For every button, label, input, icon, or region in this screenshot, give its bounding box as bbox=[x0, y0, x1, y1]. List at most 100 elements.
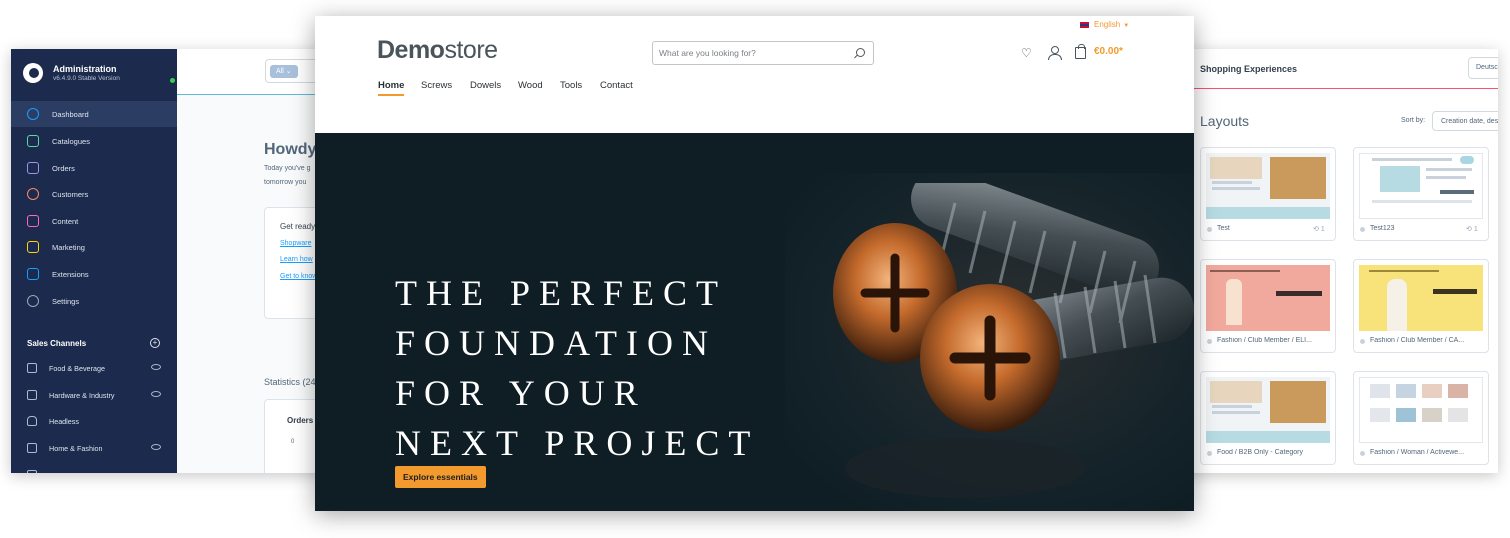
layouts-heading: Layouts bbox=[1200, 113, 1250, 129]
dashboard-icon bbox=[27, 108, 39, 120]
layout-thumbnail bbox=[1359, 377, 1483, 443]
nav-link-screws[interactable]: Screws bbox=[421, 80, 452, 91]
sort-select[interactable]: Creation date, descending bbox=[1432, 111, 1498, 131]
link-icon: ⟲ bbox=[1466, 226, 1472, 233]
store-search-bar bbox=[652, 41, 874, 65]
sales-channel-item[interactable]: Hardware & Industry bbox=[11, 382, 177, 408]
nav-label: Settings bbox=[52, 297, 80, 306]
orders-stats-title: Orders bbox=[287, 416, 314, 425]
get-ready-link[interactable]: Shopware bbox=[280, 240, 312, 247]
search-icon[interactable] bbox=[856, 48, 865, 57]
layout-name: Test bbox=[1217, 225, 1230, 232]
language-selector[interactable]: English ▼ bbox=[1080, 20, 1129, 29]
sales-channel-label: Headless bbox=[49, 417, 79, 426]
get-ready-link[interactable]: Get to know bbox=[280, 273, 317, 280]
layout-card[interactable]: Fashion / Woman / Activewe... bbox=[1353, 371, 1489, 465]
layout-card[interactable]: Food / B2B Only - Category bbox=[1200, 371, 1336, 465]
cms-header: Shopping Experiences Deutsch bbox=[1150, 49, 1498, 89]
admin-brand[interactable]: Administration v6.4.9.0 Stable Version bbox=[23, 61, 175, 85]
status-dot bbox=[1207, 227, 1212, 232]
sales-channel-item[interactable]: Home & Fashion bbox=[11, 435, 177, 461]
nav-label: Catalogues bbox=[52, 137, 90, 146]
eye-icon[interactable] bbox=[151, 391, 161, 397]
uk-flag-icon bbox=[1080, 21, 1089, 28]
storefront-icon bbox=[27, 390, 37, 400]
add-sales-channel-icon[interactable]: + bbox=[150, 338, 160, 348]
layout-name: Fashion / Club Member / CA... bbox=[1370, 337, 1465, 344]
storefront-window: English▼ Demostore ♡ €0.00* Home Screws … bbox=[315, 16, 1194, 511]
layout-thumbnail bbox=[1359, 265, 1483, 331]
language-switch[interactable]: Deutsch bbox=[1468, 57, 1498, 79]
get-ready-link[interactable]: Learn how bbox=[280, 256, 313, 263]
search-filter-pill[interactable]: All ⌄ bbox=[270, 65, 298, 78]
shopware-logo-icon bbox=[23, 63, 43, 83]
nav-label: Extensions bbox=[52, 270, 89, 279]
sales-channel-label: Hardware & Industry bbox=[49, 391, 115, 400]
nav-label: Orders bbox=[52, 164, 75, 173]
sales-channel-item[interactable]: Headless bbox=[11, 408, 177, 434]
layout-thumbnail bbox=[1206, 153, 1330, 219]
hero-title-line: THE PERFECT bbox=[395, 273, 728, 313]
layout-name: Fashion / Club Member / ELI... bbox=[1217, 337, 1312, 344]
hero-screws-image bbox=[833, 183, 1194, 498]
nav-item-extensions[interactable]: Extensions bbox=[11, 261, 177, 287]
admin-version: v6.4.9.0 Stable Version bbox=[53, 75, 120, 82]
nav-item-orders[interactable]: Orders bbox=[11, 155, 177, 181]
account-user-icon[interactable] bbox=[1048, 46, 1062, 60]
nav-link-wood[interactable]: Wood bbox=[518, 80, 543, 91]
nav-item-dashboard[interactable]: Dashboard bbox=[11, 101, 177, 127]
nav-link-contact[interactable]: Contact bbox=[600, 80, 633, 91]
cart-bag-icon[interactable] bbox=[1075, 44, 1086, 59]
cms-title: Shopping Experiences bbox=[1200, 64, 1298, 74]
chevron-down-icon: ⌄ bbox=[285, 68, 292, 75]
cart-total[interactable]: €0.00* bbox=[1094, 46, 1123, 57]
nav-item-marketing[interactable]: Marketing bbox=[11, 234, 177, 260]
nav-link-dowels[interactable]: Dowels bbox=[470, 80, 501, 91]
sales-channel-item-partial[interactable] bbox=[11, 462, 177, 473]
eye-icon[interactable] bbox=[151, 364, 161, 370]
nav-link-home[interactable]: Home bbox=[378, 80, 405, 96]
sales-channel-label: Home & Fashion bbox=[49, 444, 103, 453]
layout-assignment-count: ⟲ 1 bbox=[1313, 226, 1325, 233]
layout-card[interactable]: Test ⟲ 1 bbox=[1200, 147, 1336, 241]
caret-down-icon: ▼ bbox=[1123, 23, 1130, 29]
layout-thumbnail bbox=[1206, 377, 1330, 443]
eye-icon[interactable] bbox=[151, 444, 161, 450]
admin-sidebar: Administration v6.4.9.0 Stable Version D… bbox=[11, 49, 177, 473]
status-dot bbox=[1207, 339, 1212, 344]
customers-icon bbox=[27, 188, 39, 200]
nav-link-tools[interactable]: Tools bbox=[560, 80, 582, 91]
layout-thumbnail bbox=[1206, 265, 1330, 331]
layout-card[interactable]: Test123 ⟲ 1 bbox=[1353, 147, 1489, 241]
sales-channel-item[interactable]: Food & Beverage bbox=[11, 355, 177, 381]
statistics-label: Statistics (24 bbox=[264, 377, 316, 387]
nav-item-customers[interactable]: Customers bbox=[11, 181, 177, 207]
nav-item-settings[interactable]: Settings bbox=[11, 288, 177, 314]
hero-title-line: FOR YOUR bbox=[395, 373, 647, 413]
hero-title: THE PERFECT FOUNDATION FOR YOUR NEXT PRO… bbox=[395, 268, 759, 468]
store-logo[interactable]: Demostore bbox=[377, 36, 498, 65]
language-label: English bbox=[1094, 20, 1121, 29]
search-input[interactable] bbox=[653, 42, 843, 64]
status-dot bbox=[1360, 451, 1365, 456]
settings-icon bbox=[27, 295, 39, 307]
sales-channels-heading: Sales Channels bbox=[27, 339, 87, 348]
greeting-heading: Howdy bbox=[264, 141, 317, 158]
nav-label: Content bbox=[52, 217, 79, 226]
layout-name: Fashion / Woman / Activewe... bbox=[1370, 449, 1465, 456]
status-dot bbox=[1207, 451, 1212, 456]
nav-item-content[interactable]: Content bbox=[11, 208, 177, 234]
layout-card[interactable]: Fashion / Club Member / ELI... bbox=[1200, 259, 1336, 353]
layout-card[interactable]: Fashion / Club Member / CA... bbox=[1353, 259, 1489, 353]
layout-thumbnail bbox=[1359, 153, 1483, 219]
hero-title-line: FOUNDATION bbox=[395, 323, 717, 363]
storefront-icon bbox=[27, 443, 37, 453]
sort-by-label: Sort by: bbox=[1401, 117, 1426, 124]
nav-item-catalogues[interactable]: Catalogues bbox=[11, 128, 177, 154]
explore-essentials-button[interactable]: Explore essentials bbox=[395, 466, 486, 488]
shopping-experiences-window: Shopping Experiences Deutsch Layouts Sor… bbox=[1150, 49, 1498, 473]
wishlist-heart-icon[interactable]: ♡ bbox=[1021, 47, 1032, 59]
link-icon: ⟲ bbox=[1313, 226, 1319, 233]
logo-bold-part: Demo bbox=[377, 36, 445, 64]
storefront-icon bbox=[27, 470, 37, 473]
